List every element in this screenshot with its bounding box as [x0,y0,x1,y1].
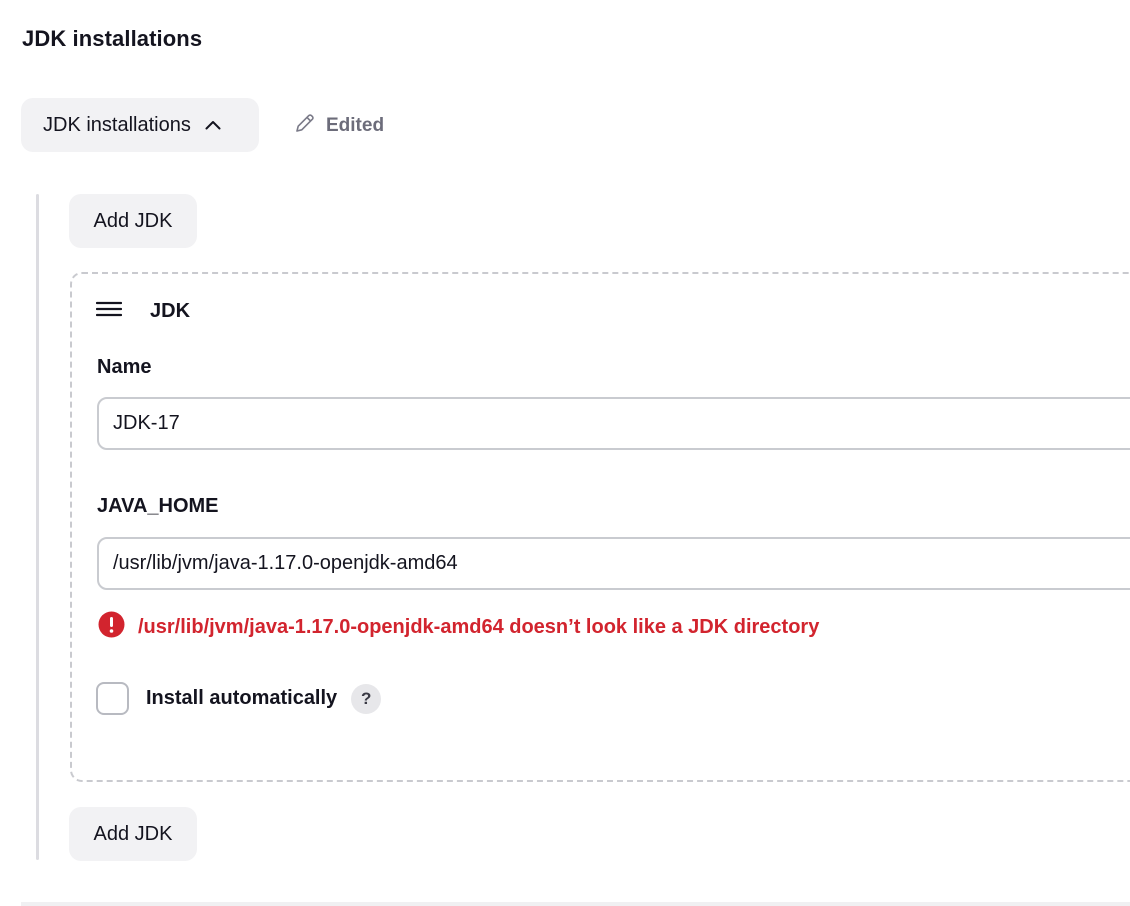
name-input[interactable] [97,397,1130,450]
name-label: Name [97,356,152,378]
repeatable-container-rail [36,194,39,860]
jdk-installations-page: JDK installations JDK installations Edit… [0,0,1130,906]
java-home-error-text: /usr/lib/jvm/java-1.17.0-openjdk-amd64 d… [138,615,820,638]
add-jdk-button-top[interactable]: Add JDK [69,194,197,248]
edited-label: Edited [326,115,385,136]
jdk-item-title: JDK [150,300,191,322]
section-title: JDK installations [22,26,203,51]
drag-handle-icon[interactable] [95,301,123,322]
install-automatically-row: Install automatically ? [96,682,382,715]
java-home-label: JAVA_HOME [97,495,219,517]
install-automatically-checkbox[interactable] [96,682,129,715]
help-icon[interactable]: ? [351,683,382,714]
install-automatically-label[interactable]: Install automatically [146,687,337,710]
chevron-up-icon [205,120,221,130]
jdk-item-header: JDK [95,300,191,323]
error-icon [98,611,125,643]
add-jdk-button-bottom[interactable]: Add JDK [69,807,197,861]
toggle-label: JDK installations [43,113,191,136]
pencil-icon [294,112,316,140]
jdk-installations-toggle-button[interactable]: JDK installations [21,98,259,152]
java-home-input[interactable] [97,537,1130,590]
java-home-error: /usr/lib/jvm/java-1.17.0-openjdk-amd64 d… [98,611,819,643]
bottom-divider [21,902,1130,906]
edited-status: Edited [294,112,384,140]
